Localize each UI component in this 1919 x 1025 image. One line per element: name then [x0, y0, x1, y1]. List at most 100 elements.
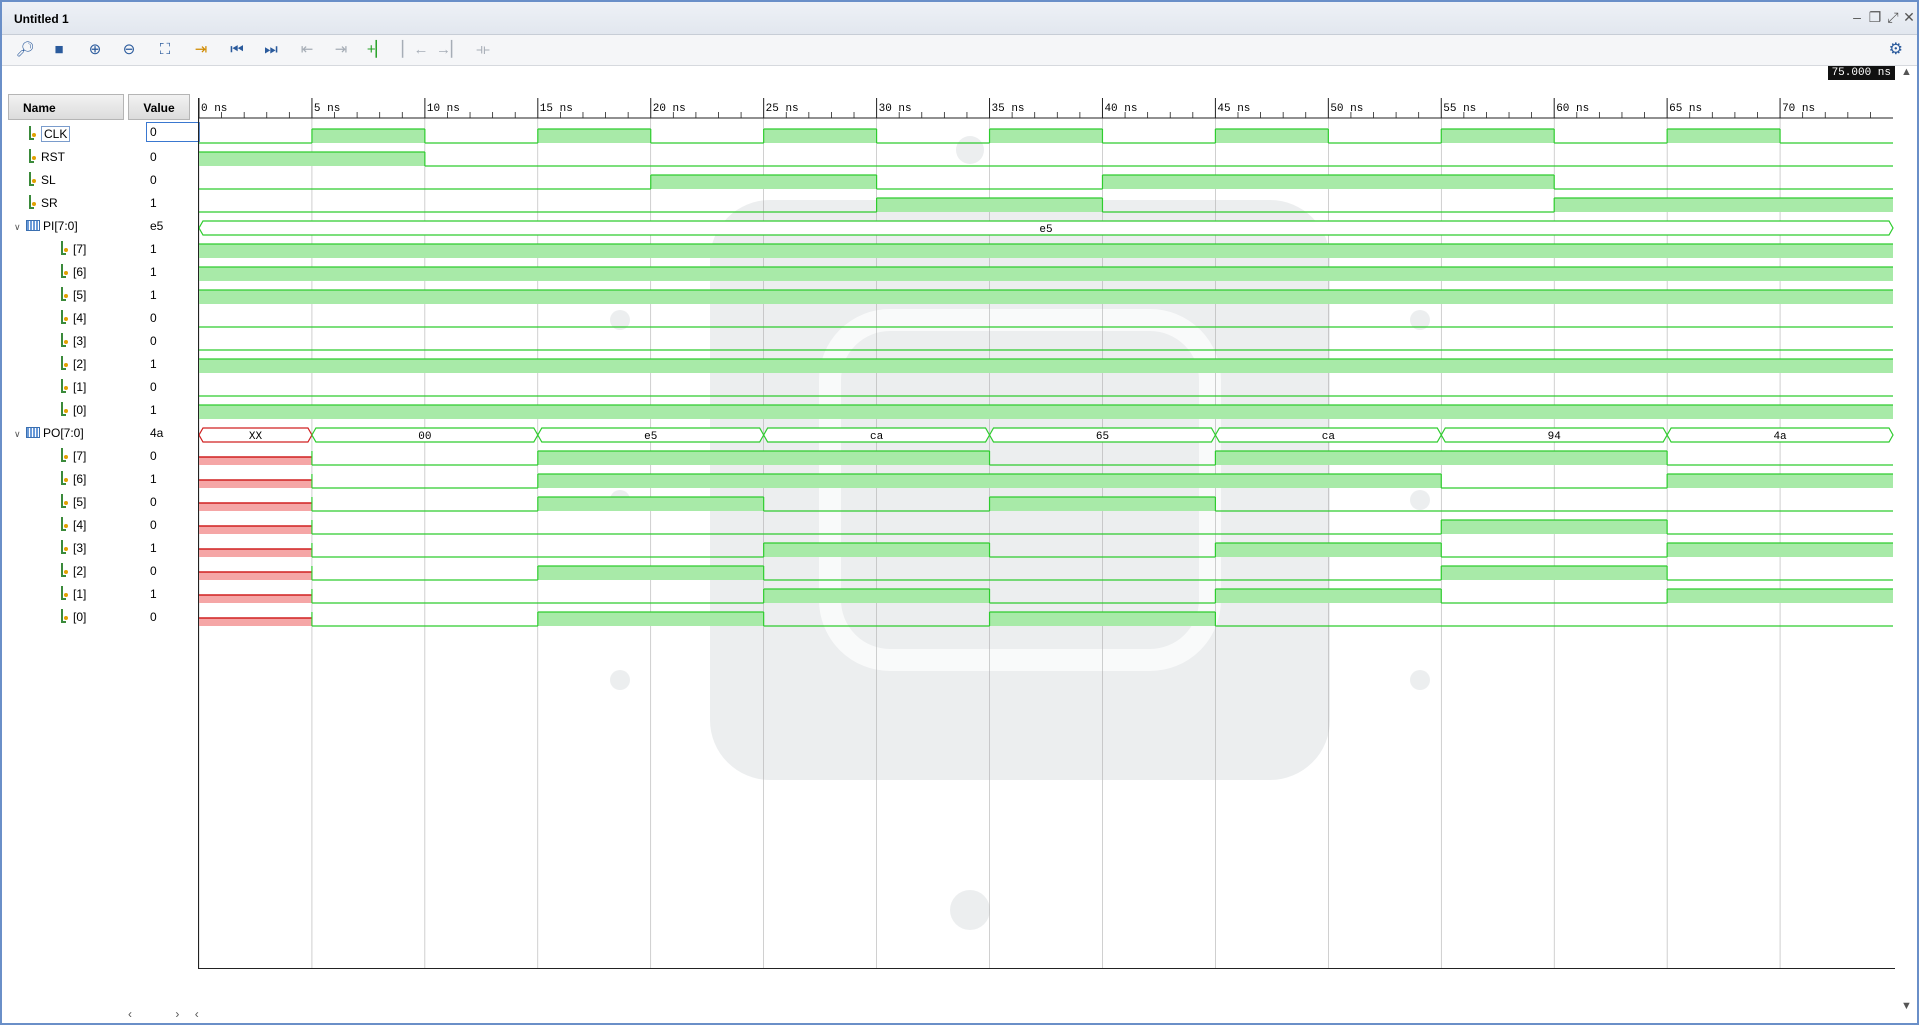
signal-row[interactable]: [5] 0 — [14, 492, 194, 512]
signal-row[interactable]: [4] 0 — [14, 308, 194, 328]
go-to-end-icon[interactable]: ⏭ — [260, 39, 282, 61]
scroll-up-icon[interactable]: ▲ — [1901, 66, 1912, 78]
signal-row[interactable]: [7] 0 — [14, 446, 194, 466]
close-icon[interactable]: ✕ — [1901, 9, 1917, 25]
previous-marker-icon[interactable]: ▏← — [402, 39, 429, 61]
signal-value: 0 — [150, 150, 157, 164]
high-fill — [199, 290, 1893, 304]
signal-value: 1 — [150, 288, 157, 302]
unknown-fill — [199, 503, 312, 511]
save-icon[interactable]: ■ — [48, 39, 70, 61]
signal-row[interactable]: [6] 1 — [14, 262, 194, 282]
high-fill — [1215, 451, 1668, 465]
signal-label: RST — [41, 150, 65, 164]
signal-row[interactable]: RST 0 — [14, 147, 194, 167]
signal-name: [2] — [46, 561, 86, 581]
signal-row[interactable]: [3] 0 — [14, 331, 194, 351]
signal-name: [1] — [46, 584, 86, 604]
signal-row[interactable]: [0] 0 — [14, 607, 194, 627]
signal-row[interactable]: [1] 0 — [14, 377, 194, 397]
signal-label: [6] — [73, 472, 87, 486]
high-fill — [1667, 474, 1893, 488]
restore-icon[interactable]: ❐ — [1867, 9, 1883, 25]
bit-signal-icon — [58, 609, 70, 623]
signal-value: 0 — [150, 449, 157, 463]
bus-value-label: XX — [249, 431, 263, 443]
previous-transition-icon[interactable]: ⇤ — [296, 39, 318, 61]
signal-row[interactable]: [1] 1 — [14, 584, 194, 604]
high-fill — [1667, 129, 1781, 143]
signal-row[interactable]: SR 1 — [14, 193, 194, 213]
high-fill — [1441, 129, 1555, 143]
next-marker-icon[interactable]: →▏ — [436, 39, 463, 61]
tick-label: 55 ns — [1443, 103, 1476, 115]
search-icon[interactable]: 🔎︎ — [14, 39, 36, 61]
vertical-scrollbar[interactable]: ▲ ▼ — [1899, 66, 1913, 1012]
signal-label: [7] — [73, 449, 87, 463]
go-to-cursor-icon[interactable]: ⇥ — [190, 39, 212, 61]
signal-row[interactable]: [6] 1 — [14, 469, 194, 489]
signal-row[interactable]: [7] 1 — [14, 239, 194, 259]
tick-label: 25 ns — [766, 103, 799, 115]
signal-name: [2] — [46, 354, 86, 374]
zoom-out-icon[interactable]: ⊖ — [118, 39, 140, 61]
signal-label: [3] — [73, 334, 87, 348]
signal-row[interactable]: [5] 1 — [14, 285, 194, 305]
minimize-icon[interactable]: – — [1849, 9, 1865, 25]
signal-label: [1] — [73, 587, 87, 601]
bit-signal-icon — [58, 563, 70, 577]
name-column-header[interactable]: Name — [8, 94, 124, 120]
signal-row[interactable]: CLK 0 — [14, 122, 200, 144]
high-fill — [199, 359, 1893, 373]
signal-value: 0 — [150, 564, 157, 578]
next-transition-icon[interactable]: ⇥ — [330, 39, 352, 61]
zoom-in-icon[interactable]: ⊕ — [84, 39, 106, 61]
scroll-left-icon[interactable]: ‹ — [128, 1007, 132, 1021]
high-fill — [199, 267, 1893, 281]
expand-chevron-icon[interactable]: ∨ — [14, 424, 26, 444]
signal-row[interactable]: [3] 1 — [14, 538, 194, 558]
swap-cursors-icon[interactable]: ⟛ — [472, 39, 494, 61]
tick-label: 30 ns — [879, 103, 912, 115]
expand-chevron-icon[interactable]: ∨ — [14, 217, 26, 237]
bit-signal-icon — [58, 448, 70, 462]
zoom-fit-icon[interactable]: ⛶ — [154, 39, 176, 61]
signal-value: 0 — [150, 610, 157, 624]
scroll-right-icon[interactable]: › — [175, 1007, 179, 1021]
add-marker-icon[interactable]: +▏ — [366, 39, 388, 61]
undock-icon[interactable]: ⤢ — [1885, 9, 1901, 25]
signal-row[interactable]: [2] 1 — [14, 354, 194, 374]
signal-value: 0 — [150, 380, 157, 394]
tick-label: 50 ns — [1330, 103, 1363, 115]
wave-scroll-left-icon[interactable]: ‹ — [195, 1007, 199, 1021]
tick-label: 15 ns — [540, 103, 573, 115]
signal-row[interactable]: [2] 0 — [14, 561, 194, 581]
signal-label: [5] — [73, 495, 87, 509]
bus-value-label: 4a — [1773, 431, 1787, 443]
value-column-header[interactable]: Value — [128, 94, 190, 120]
bus-value-label: e5 — [1039, 224, 1052, 236]
signal-row[interactable]: ∨ PO[7:0] 4a — [14, 423, 194, 443]
waveform-canvas[interactable]: 0 ns 5 ns 10 ns 15 ns 20 ns 25 ns 30 ns 35 ns 40… — [199, 98, 1895, 968]
signal-row[interactable]: [0] 1 — [14, 400, 194, 420]
bit-signal-icon — [58, 264, 70, 278]
signal-name: [4] — [46, 308, 86, 328]
go-to-start-icon[interactable]: ⏮ — [226, 39, 248, 61]
signal-value: 4a — [150, 426, 164, 440]
signal-row[interactable]: ∨ PI[7:0] e5 — [14, 216, 194, 236]
bit-signal-icon — [26, 126, 38, 140]
bus-signal-icon — [26, 218, 40, 232]
waveform-area[interactable]: 0 ns 5 ns 10 ns 15 ns 20 ns 25 ns 30 ns 35 ns 40… — [198, 98, 1895, 969]
scroll-down-icon[interactable]: ▼ — [1901, 1000, 1912, 1012]
high-fill — [199, 152, 425, 166]
high-fill — [537, 566, 764, 580]
gear-icon[interactable]: ⚙ — [1889, 39, 1903, 59]
cursor-time-label: 75.000 ns — [1827, 66, 1895, 80]
bus-value-label: 00 — [418, 431, 431, 443]
signal-value[interactable]: 0 — [146, 122, 200, 142]
tick-label: 10 ns — [427, 103, 460, 115]
signal-row[interactable]: [4] 0 — [14, 515, 194, 535]
horizontal-scrollbar[interactable]: ‹ › ‹ — [128, 1007, 199, 1021]
signal-row[interactable]: SL 0 — [14, 170, 194, 190]
high-fill — [763, 589, 990, 603]
